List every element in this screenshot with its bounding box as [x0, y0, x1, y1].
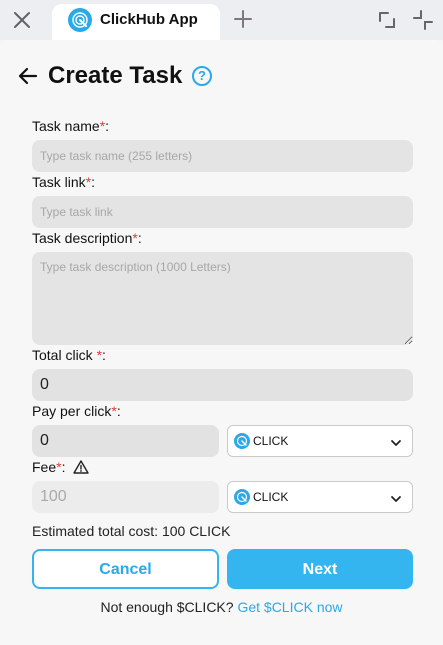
currency-value: CLICK	[253, 434, 289, 448]
click-coin-icon	[234, 433, 250, 449]
arrow-left-icon[interactable]	[16, 64, 40, 88]
task-description-textarea[interactable]	[32, 252, 413, 345]
task-link-label: Task link*:	[32, 174, 96, 190]
browser-tab[interactable]: ClickHub App	[52, 4, 220, 40]
pay-per-click-currency-select[interactable]: CLICK	[227, 425, 413, 457]
warning-triangle-icon[interactable]	[73, 459, 89, 480]
clickhub-logo-icon	[68, 8, 92, 32]
question-circle-icon[interactable]: ?	[192, 66, 212, 86]
shrink-window-icon[interactable]	[412, 9, 434, 31]
chevron-down-icon	[390, 436, 402, 454]
pay-per-click-input[interactable]: 0	[32, 425, 219, 457]
fee-currency-select[interactable]: CLICK	[227, 481, 413, 513]
task-link-input[interactable]	[32, 196, 413, 228]
get-click-link[interactable]: Get $CLICK now	[237, 599, 342, 615]
task-name-input[interactable]	[32, 140, 413, 172]
currency-value: CLICK	[253, 490, 289, 504]
click-coin-icon	[234, 489, 250, 505]
footer-text: Not enough $CLICK?	[100, 599, 238, 615]
restore-window-icon[interactable]	[376, 9, 398, 31]
chevron-down-icon	[390, 492, 402, 510]
page-header: Create Task ?	[16, 62, 416, 92]
pay-per-click-label: Pay per click*:	[32, 403, 121, 419]
cancel-button[interactable]: Cancel	[32, 549, 219, 589]
total-click-label: Total click *:	[32, 347, 106, 363]
task-name-label: Task name*:	[32, 118, 110, 134]
fee-label: Fee*:	[32, 459, 66, 475]
estimated-total-cost: Estimated total cost: 100 CLICK	[32, 523, 231, 539]
page-title: Create Task	[48, 62, 183, 89]
fee-input: 100	[32, 481, 219, 513]
total-click-input[interactable]: 0	[32, 369, 413, 401]
tab-title: ClickHub App	[100, 11, 198, 28]
plus-icon[interactable]	[230, 6, 256, 32]
footer-note: Not enough $CLICK? Get $CLICK now	[0, 599, 443, 615]
next-button[interactable]: Next	[227, 549, 413, 589]
browser-tab-bar: ClickHub App	[0, 0, 443, 40]
close-icon[interactable]	[10, 8, 34, 32]
task-description-label: Task description*:	[32, 230, 142, 246]
